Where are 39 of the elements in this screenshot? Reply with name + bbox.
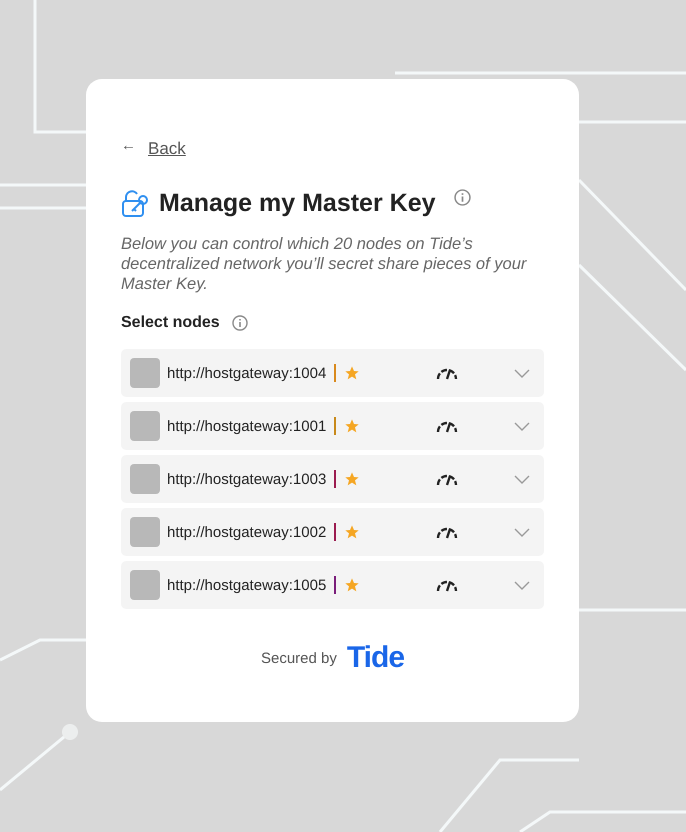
node-avatar — [130, 570, 160, 600]
node-row[interactable]: http://hostgateway:1002 — [121, 508, 544, 556]
tide-logo: Tide — [346, 641, 404, 675]
star-icon — [344, 365, 360, 381]
node-row[interactable]: http://hostgateway:1005 — [121, 561, 544, 609]
chevron-down-icon[interactable] — [514, 422, 530, 430]
speedometer-icon — [436, 472, 458, 486]
node-row[interactable]: http://hostgateway:1003 — [121, 455, 544, 503]
speedometer-icon — [436, 366, 458, 380]
back-link[interactable]: ← Back — [121, 139, 186, 159]
description-text: Below you can control which 20 nodes on Tide’s decentralized network you’ll secret share pieces of your Master Key. — [121, 234, 528, 294]
section-label: Select nodes — [121, 314, 220, 332]
node-row[interactable]: http://hostgateway:1004 — [121, 349, 544, 397]
star-icon — [344, 471, 360, 487]
speedometer-icon — [436, 578, 458, 592]
node-url: http://hostgateway:1002 — [167, 524, 326, 540]
node-avatar — [130, 358, 160, 388]
info-icon[interactable] — [454, 189, 471, 206]
node-row[interactable]: http://hostgateway:1001 — [121, 402, 544, 450]
star-icon — [344, 524, 360, 540]
page-title: Manage my Master Key — [159, 189, 436, 218]
lock-key-icon — [121, 190, 151, 218]
node-url: http://hostgateway:1003 — [167, 470, 326, 488]
node-url: http://hostgateway:1005 — [167, 576, 326, 594]
chevron-down-icon[interactable] — [514, 528, 530, 536]
node-url: http://hostgateway:1001 — [167, 418, 326, 434]
chevron-down-icon[interactable] — [514, 580, 530, 590]
chevron-down-icon[interactable] — [514, 368, 530, 378]
node-avatar — [130, 411, 160, 441]
chevron-down-icon[interactable] — [514, 474, 530, 484]
speedometer-icon — [436, 525, 458, 539]
star-icon — [344, 418, 360, 434]
node-url: http://hostgateway:1004 — [167, 364, 326, 382]
speedometer-icon — [436, 419, 458, 433]
info-icon[interactable] — [232, 315, 248, 331]
node-avatar — [130, 464, 160, 494]
star-icon — [344, 577, 360, 593]
secured-by-label: Secured by — [260, 650, 337, 666]
node-avatar — [130, 517, 160, 547]
